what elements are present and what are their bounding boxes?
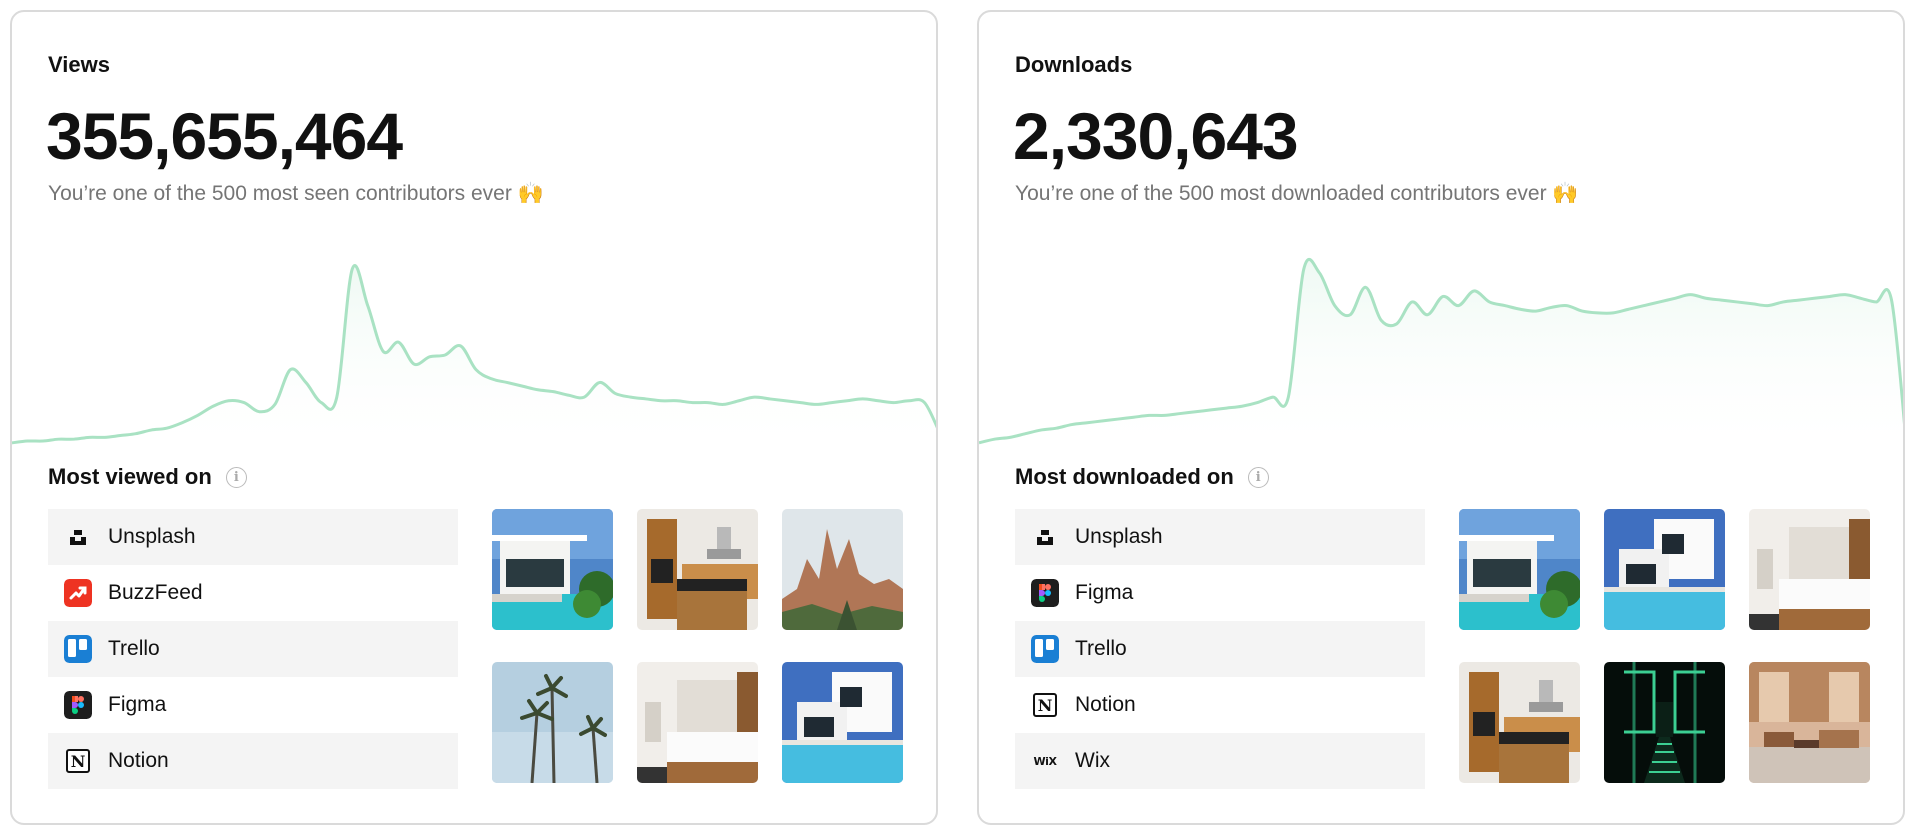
notion-icon: N: [1031, 691, 1059, 719]
platform-name: Unsplash: [108, 525, 196, 548]
figma-icon: [1031, 579, 1059, 607]
downloads-count: 2,330,643: [1013, 99, 1299, 173]
platform-name: Trello: [1075, 637, 1127, 660]
photo-white-villa-pool[interactable]: [1604, 509, 1725, 630]
platform-row-buzzfeed[interactable]: BuzzFeed: [48, 565, 458, 621]
platform-row-notion[interactable]: N Notion: [1015, 677, 1425, 733]
most-downloaded-title: Most downloaded on: [1015, 464, 1234, 489]
photo-white-villa-pool[interactable]: [782, 662, 903, 783]
wix-icon: WiX: [1033, 754, 1057, 768]
platform-row-figma[interactable]: Figma: [48, 677, 458, 733]
unsplash-icon: [64, 523, 92, 551]
platform-name: Trello: [108, 637, 160, 660]
info-icon[interactable]: i: [1247, 466, 1269, 488]
photo-kitchen-interior[interactable]: [1459, 662, 1580, 783]
photo-bedroom-interior[interactable]: [1749, 509, 1870, 630]
platform-row-wix[interactable]: WiX Wix: [1015, 733, 1425, 789]
views-label: Views: [48, 52, 110, 77]
downloads-platform-list: Unsplash Figma Trello N Notion WiX Wix: [1015, 509, 1425, 789]
info-icon[interactable]: i: [225, 466, 247, 488]
views-count: 355,655,464: [46, 99, 403, 173]
trello-icon: [1031, 635, 1059, 663]
figma-icon: [64, 691, 92, 719]
unsplash-icon: [1031, 523, 1059, 551]
downloads-chart: [979, 257, 1903, 457]
views-chart: [12, 264, 936, 457]
most-viewed-title: Most viewed on: [48, 464, 212, 489]
most-viewed-heading: Most viewed on i: [48, 464, 247, 490]
views-message: You’re one of the 500 most seen contribu…: [48, 182, 544, 205]
platform-name: Figma: [1075, 581, 1134, 604]
photo-bedroom-interior[interactable]: [637, 662, 758, 783]
platform-row-notion[interactable]: N Notion: [48, 733, 458, 789]
platform-row-unsplash[interactable]: Unsplash: [48, 509, 458, 565]
photo-neon-green-corridor[interactable]: [1604, 662, 1725, 783]
platform-name: Notion: [1075, 693, 1136, 716]
photo-palm-trees[interactable]: [492, 662, 613, 783]
views-platform-list: Unsplash BuzzFeed Trello Figma N Notion: [48, 509, 458, 789]
platform-name: Unsplash: [1075, 525, 1163, 548]
platform-name: Figma: [108, 693, 167, 716]
platform-name: Wix: [1075, 749, 1110, 772]
downloads-label: Downloads: [1015, 52, 1133, 77]
chart-area-fill: [12, 265, 936, 457]
photo-red-rock-formations[interactable]: [782, 509, 903, 630]
platform-row-unsplash[interactable]: Unsplash: [1015, 509, 1425, 565]
chart-area-fill: [979, 259, 1903, 457]
photo-modern-villa-pool[interactable]: [1459, 509, 1580, 630]
trello-icon: [64, 635, 92, 663]
photo-warm-lounge-interior[interactable]: [1749, 662, 1870, 783]
platform-row-trello[interactable]: Trello: [1015, 621, 1425, 677]
downloads-card: Downloads 2,330,643 You’re one of the 50…: [977, 10, 1905, 825]
buzzfeed-icon: [64, 579, 92, 607]
platform-name: Notion: [108, 749, 169, 772]
platform-name: BuzzFeed: [108, 581, 203, 604]
notion-icon: N: [64, 747, 92, 775]
downloads-message: You’re one of the 500 most downloaded co…: [1015, 182, 1579, 205]
views-card: Views 355,655,464 You’re one of the 500 …: [10, 10, 938, 825]
photo-kitchen-interior[interactable]: [637, 509, 758, 630]
most-downloaded-heading: Most downloaded on i: [1015, 464, 1269, 490]
downloads-photo-grid: [1459, 509, 1870, 783]
platform-row-trello[interactable]: Trello: [48, 621, 458, 677]
views-photo-grid: [492, 509, 903, 783]
photo-modern-villa-pool[interactable]: [492, 509, 613, 630]
platform-row-figma[interactable]: Figma: [1015, 565, 1425, 621]
